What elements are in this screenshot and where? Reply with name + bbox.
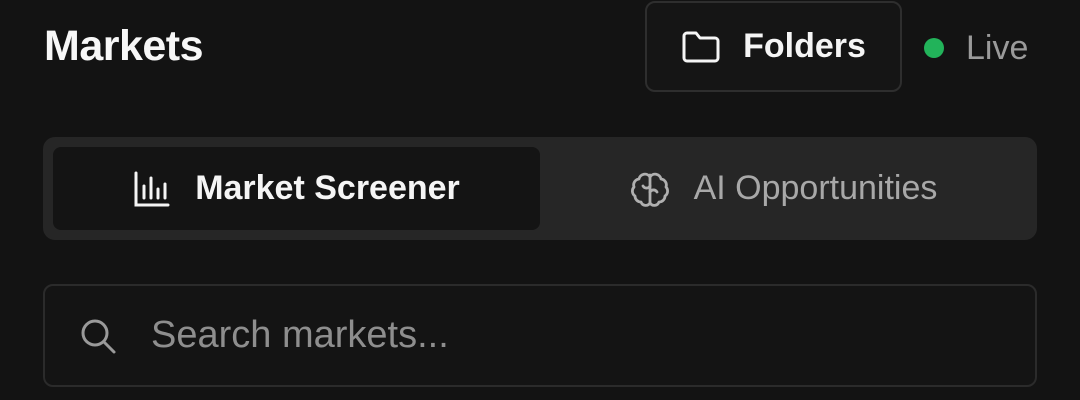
bar-chart-icon: [133, 170, 171, 208]
tab-market-screener-label: Market Screener: [195, 169, 460, 207]
tab-ai-opportunities[interactable]: AI Opportunities: [540, 147, 1027, 230]
tab-market-screener[interactable]: Market Screener: [53, 147, 540, 230]
search-icon: [79, 317, 117, 355]
live-status-label: Live: [966, 28, 1029, 67]
live-status-dot: [924, 38, 944, 58]
search-box: [43, 284, 1037, 387]
view-tabs: Market Screener AI Opportunities: [43, 137, 1037, 240]
markets-panel: Markets Folders Live Market Screener AI …: [0, 0, 1080, 400]
folder-icon: [681, 30, 721, 64]
live-status: Live: [924, 26, 1028, 70]
page-title: Markets: [44, 22, 204, 70]
brain-icon: [630, 169, 670, 209]
folders-button[interactable]: Folders: [645, 1, 902, 92]
search-input[interactable]: [151, 314, 1035, 357]
folders-button-label: Folders: [743, 27, 866, 65]
tab-ai-opportunities-label: AI Opportunities: [693, 169, 938, 207]
